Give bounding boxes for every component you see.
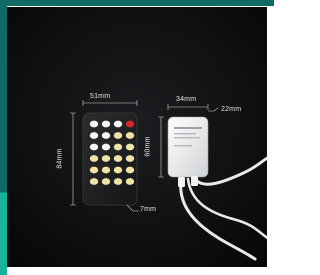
teal-left-border xyxy=(0,0,7,275)
remote-button xyxy=(125,178,135,185)
remote-button xyxy=(125,155,135,162)
remote-button xyxy=(89,120,99,128)
remote-button xyxy=(89,166,99,174)
product-scene xyxy=(7,7,267,267)
teal-top-border xyxy=(0,0,274,6)
remote-depth-label: 7mm xyxy=(140,206,157,213)
remote-button xyxy=(113,132,123,139)
remote-control-icon xyxy=(82,112,138,206)
remote-button xyxy=(101,143,111,151)
product-image-frame: 51mm 84mm 7mm 34mm 22mm 60mm xyxy=(0,0,274,275)
remote-button xyxy=(125,120,135,128)
controller-depth-label: 22mm xyxy=(221,106,242,113)
remote-button xyxy=(113,166,123,174)
remote-width-label: 51mm xyxy=(90,93,111,100)
remote-button xyxy=(89,132,99,139)
remote-height-label: 84mm xyxy=(56,148,64,169)
remote-button xyxy=(125,143,135,151)
remote-button xyxy=(113,178,123,185)
remote-button xyxy=(125,132,135,139)
remote-button xyxy=(101,178,111,185)
controller-width-label: 34mm xyxy=(176,96,197,103)
remote-button xyxy=(101,166,111,174)
remote-button xyxy=(89,155,99,162)
remote-button xyxy=(113,143,123,151)
remote-button xyxy=(101,120,111,128)
remote-button xyxy=(89,178,99,185)
remote-button xyxy=(101,132,111,139)
remote-button xyxy=(89,143,99,151)
remote-button xyxy=(101,155,111,162)
led-controller-icon xyxy=(167,116,209,178)
product-photo: 51mm 84mm 7mm 34mm 22mm 60mm xyxy=(7,7,267,267)
remote-button xyxy=(113,120,123,128)
remote-button xyxy=(113,155,123,162)
controller-height-label: 60mm xyxy=(144,136,152,157)
remote-button xyxy=(125,166,135,174)
